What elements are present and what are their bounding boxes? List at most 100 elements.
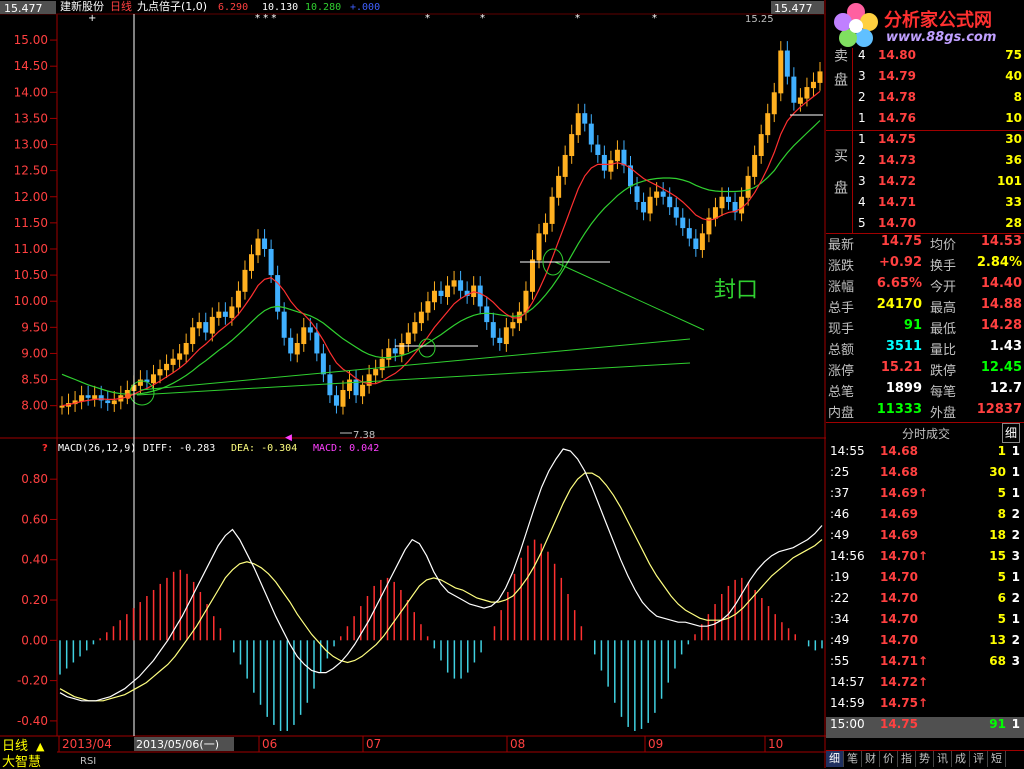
price-tick-label: 13.00 xyxy=(14,138,48,152)
quote-label: 最高 xyxy=(930,301,957,316)
ticks-title: 分时成交 xyxy=(902,427,951,441)
logo-url: www.88gs.com xyxy=(886,30,997,45)
quote-value: 14.88 xyxy=(980,297,1022,312)
chart-area[interactable]: 15.477 15.477 建新股份 日线 九点倍子(1,0) 6.290 10… xyxy=(0,0,826,768)
macd-diff: DIFF: -0.283 xyxy=(143,443,215,454)
level-volume: 30 xyxy=(1005,132,1022,146)
candle-body xyxy=(79,395,85,402)
macd-help: ? xyxy=(42,443,48,454)
macd-tick-label: 0.00 xyxy=(21,633,48,647)
period-up-icon: ▲ xyxy=(36,740,45,753)
price-tick-label: 12.50 xyxy=(14,164,48,178)
period-tab[interactable]: 日线 xyxy=(2,739,28,754)
star-marker-5: * xyxy=(652,13,657,24)
tick-volume: 15 xyxy=(989,549,1006,563)
level-price: 14.71 xyxy=(878,195,916,209)
tick-row: :25 14.68 30 1 xyxy=(826,465,1024,486)
start-dot xyxy=(125,393,131,399)
price-tick-label: 8.00 xyxy=(21,399,48,413)
candle-body xyxy=(699,233,705,251)
bottom-tab[interactable]: 势 xyxy=(916,751,934,767)
star-marker-4: * xyxy=(575,13,580,24)
level-volume: 36 xyxy=(1005,153,1022,167)
tick-time: :37 xyxy=(830,486,850,500)
detail-button[interactable]: 细 xyxy=(1002,423,1020,443)
macd-tick-label: -0.40 xyxy=(17,714,48,728)
quote-label: 外盘 xyxy=(930,406,957,421)
tick-count: 2 xyxy=(1011,633,1020,647)
rsi-tab[interactable]: RSI xyxy=(80,756,96,767)
tick-count: 2 xyxy=(1011,591,1020,605)
candle-body xyxy=(216,311,222,318)
level-index: 3 xyxy=(858,174,866,188)
quote-panel: 分析家公式网 www.88gs.com 卖盘 4 14.80 75 3 14.79 40 2… xyxy=(826,0,1024,768)
buy-level-row[interactable]: 2 14.73 36 xyxy=(826,153,1024,174)
buy-level-row[interactable]: 4 14.71 33 xyxy=(826,195,1024,216)
bottom-tab[interactable]: 财 xyxy=(862,751,880,767)
price-tick-label: 8.50 xyxy=(21,373,48,387)
macd-tick-label: 0.80 xyxy=(21,472,48,486)
quote-value: +0.92 xyxy=(879,255,922,270)
candle-body xyxy=(379,358,385,371)
candle-body xyxy=(595,144,601,155)
bottom-tab[interactable]: 价 xyxy=(880,751,898,767)
tick-time: :25 xyxy=(830,465,850,479)
candle-body xyxy=(745,175,751,198)
quote-label: 总笔 xyxy=(828,385,855,400)
price-tick-label: 10.00 xyxy=(14,294,48,308)
candle-body xyxy=(314,332,320,354)
candle-body xyxy=(288,337,294,354)
sell-level-row[interactable]: 1 14.76 10 xyxy=(826,111,1024,132)
x-tick-label: 09 xyxy=(648,737,663,751)
sell-level-row[interactable]: 4 14.80 75 xyxy=(826,48,1024,69)
bottom-tab[interactable]: 指 xyxy=(898,751,916,767)
candle-body xyxy=(556,175,562,198)
candle-body xyxy=(347,379,353,392)
tick-volume: 30 xyxy=(989,465,1006,479)
candle-body xyxy=(771,92,777,115)
bottom-tab[interactable]: 讯 xyxy=(934,751,952,767)
tick-row: :46 14.69 8 2 xyxy=(826,507,1024,528)
bottom-tab[interactable]: 成 xyxy=(952,751,970,767)
candle-body xyxy=(490,322,496,338)
sell-level-row[interactable]: 3 14.79 40 xyxy=(826,69,1024,90)
tick-volume: 1 xyxy=(997,444,1006,458)
candle-body xyxy=(360,384,366,397)
tick-time: 14:59 xyxy=(830,696,865,710)
buy-level-row[interactable]: 1 14.75 30 xyxy=(826,132,1024,153)
candle-body xyxy=(164,363,170,371)
seal-annotation: 封口 xyxy=(714,278,758,303)
candle-body xyxy=(680,217,686,229)
candle-body xyxy=(105,400,111,404)
quote-value: 15.21 xyxy=(880,360,922,375)
tick-time: :49 xyxy=(830,633,850,647)
level-index: 4 xyxy=(858,195,866,209)
quote-value: 12837 xyxy=(976,402,1022,417)
quote-value: 12.7 xyxy=(989,381,1022,396)
quote-value: 14.53 xyxy=(980,234,1022,249)
macd-tick-label: 0.40 xyxy=(21,553,48,567)
candle-body xyxy=(608,160,614,172)
candle-body xyxy=(601,154,607,171)
candle-body xyxy=(797,97,803,104)
buy-level-row[interactable]: 3 14.72 101 xyxy=(826,174,1024,195)
peak-label: 15.25 xyxy=(745,14,774,25)
candle-body xyxy=(196,322,202,329)
formula-val1: 6.290 xyxy=(218,2,248,13)
tick-count: 2 xyxy=(1011,528,1020,542)
bottom-tab[interactable]: 短 xyxy=(988,751,1006,767)
price-tick-label: 9.50 xyxy=(21,320,48,334)
macd-tick-label: -0.20 xyxy=(17,674,48,688)
quote-label: 跌停 xyxy=(930,364,957,379)
quote-row: 总笔 1899 每笔 12.7 xyxy=(826,381,1024,402)
bottom-tab[interactable]: 笔 xyxy=(844,751,862,767)
bottom-tab[interactable]: 评 xyxy=(970,751,988,767)
candle-body xyxy=(235,290,241,308)
bottom-tab[interactable]: 细 xyxy=(826,751,844,767)
sell-level-row[interactable]: 2 14.78 8 xyxy=(826,90,1024,111)
tick-price: 14.70 xyxy=(880,612,918,626)
level-volume: 40 xyxy=(1005,69,1022,83)
star-marker-3: * xyxy=(480,13,485,24)
candle-body xyxy=(412,322,418,334)
candle-body xyxy=(301,327,307,345)
